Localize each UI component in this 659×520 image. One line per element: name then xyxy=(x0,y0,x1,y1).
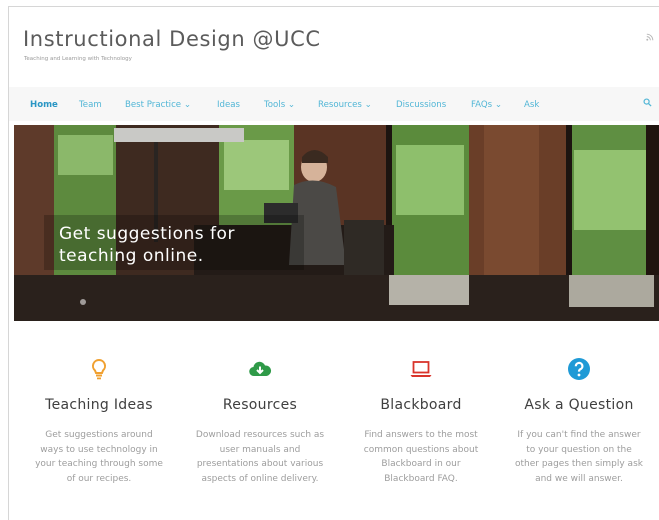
nav-item-tools[interactable]: Tools ⌄ xyxy=(264,100,295,110)
feature-blackboard[interactable]: Blackboard Find answers to the most comm… xyxy=(346,357,496,486)
feature-resources[interactable]: Resources Download resources such as use… xyxy=(185,357,335,486)
lightbulb-icon xyxy=(91,358,107,380)
nav-item-resources[interactable]: Resources ⌄ xyxy=(318,100,372,110)
feature-title[interactable]: Ask a Question xyxy=(504,397,654,413)
nav-item-home[interactable]: Home xyxy=(30,100,58,110)
feature-description: Download resources such as user manuals … xyxy=(195,430,325,484)
question-circle-icon xyxy=(568,358,590,380)
hero-caption-line-1: Get suggestions for xyxy=(59,224,235,244)
feature-title[interactable]: Resources xyxy=(185,397,335,413)
nav-item-team[interactable]: Team xyxy=(79,100,102,110)
browser-page: Instructional Design @UCC Teaching and L… xyxy=(8,6,659,520)
rss-icon[interactable] xyxy=(646,33,654,41)
cloud-download-icon xyxy=(249,361,272,377)
nav-item-ideas[interactable]: Ideas xyxy=(217,100,240,110)
nav-item-discussions[interactable]: Discussions xyxy=(396,100,446,110)
search-icon[interactable] xyxy=(643,98,652,107)
feature-description: Get suggestions around ways to use techn… xyxy=(35,430,163,484)
hero-slider[interactable]: Get suggestions for teaching online. xyxy=(14,125,659,321)
nav-item-best-practice[interactable]: Best Practice ⌄ xyxy=(125,100,191,110)
feature-title[interactable]: Teaching Ideas xyxy=(24,397,174,413)
feature-description: Find answers to the most common question… xyxy=(363,430,479,484)
site-tagline: Teaching and Learning with Technology xyxy=(24,56,132,62)
laptop-icon xyxy=(410,361,432,377)
nav-item-ask[interactable]: Ask xyxy=(524,100,539,110)
feature-description: If you can't find the answer to your que… xyxy=(515,430,643,484)
site-title[interactable]: Instructional Design @UCC xyxy=(23,27,321,51)
feature-teaching-ideas[interactable]: Teaching Ideas Get suggestions around wa… xyxy=(24,357,174,486)
nav-item-faqs[interactable]: FAQs ⌄ xyxy=(471,100,502,110)
feature-ask-a-question[interactable]: Ask a Question If you can't find the ans… xyxy=(504,357,654,486)
feature-title[interactable]: Blackboard xyxy=(346,397,496,413)
hero-caption-line-2: teaching online. xyxy=(59,246,204,266)
slider-indicator[interactable] xyxy=(80,299,86,305)
hero-caption: Get suggestions for teaching online. xyxy=(59,223,235,267)
